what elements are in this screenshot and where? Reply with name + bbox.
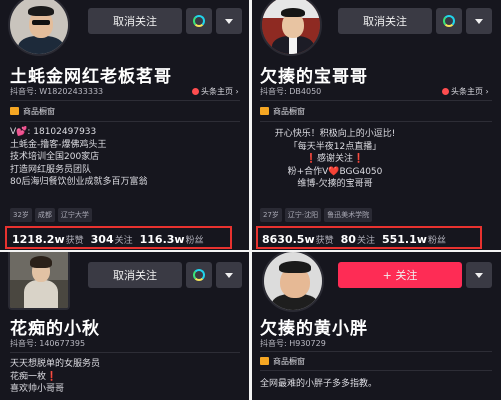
product-window-link[interactable]: 商品橱窗: [10, 106, 55, 117]
more-button[interactable]: [216, 8, 242, 34]
shopping-bag-icon: [260, 357, 269, 365]
toutiao-icon: [442, 88, 449, 95]
headline-link[interactable]: 头条主页 ›: [192, 86, 239, 97]
profile-card-4: + 关注 欠揍的黄小胖 抖音号: H930729 商品橱窗 全网最难的小胖子多多…: [252, 252, 501, 400]
shopping-bag-icon: [260, 107, 269, 115]
message-icon: [193, 15, 205, 27]
more-button[interactable]: [216, 262, 242, 288]
divider: [260, 351, 492, 352]
divider: [10, 100, 240, 101]
toutiao-icon: [192, 88, 199, 95]
collage-divider-vertical: [249, 0, 252, 400]
avatar[interactable]: [8, 252, 70, 310]
divider: [10, 352, 240, 353]
profile-name: 欠揍的宝哥哥: [260, 67, 368, 87]
product-window-link[interactable]: 商品橱窗: [260, 356, 305, 367]
tag-list: 27岁 辽宁·沈阳 鲁迅美术学院: [260, 208, 373, 222]
message-button[interactable]: [436, 8, 462, 34]
shopping-bag-icon: [10, 107, 19, 115]
profile-card-2: 取消关注 欠揍的宝哥哥 抖音号: DB4050 头条主页 › 商品橱窗 开心快乐…: [252, 0, 501, 251]
chevron-down-icon: [225, 18, 233, 24]
douyin-id: 抖音号: W18202433333: [10, 87, 104, 96]
divider: [260, 100, 492, 101]
message-button[interactable]: [186, 262, 212, 288]
tag-location: 辽宁·沈阳: [284, 208, 322, 222]
message-icon: [443, 15, 455, 27]
tag-age: 32岁: [10, 208, 32, 222]
avatar[interactable]: [260, 0, 322, 56]
collage-divider-horizontal: [0, 250, 501, 252]
divider: [10, 121, 240, 122]
chevron-down-icon: [225, 272, 233, 278]
tag-list: 32岁 成都 辽宁大学: [10, 208, 92, 222]
tag-school: 辽宁大学: [57, 208, 92, 222]
unfollow-button[interactable]: 取消关注: [88, 8, 182, 34]
unfollow-button[interactable]: 取消关注: [338, 8, 432, 34]
more-button[interactable]: [466, 8, 492, 34]
profile-card-1: 取消关注 土蚝金网红老板茗哥 抖音号: W18202433333 头条主页 › …: [0, 0, 249, 251]
profile-name: 欠揍的黄小胖: [260, 319, 368, 339]
tag-age: 27岁: [260, 208, 282, 222]
divider: [260, 370, 492, 371]
more-button[interactable]: [466, 262, 492, 288]
message-button[interactable]: [186, 8, 212, 34]
profile-bio: 开心快乐！积极向上的小逗比! 「每天半夜12点直播」 ❗感谢关注❗ 粉+合作V❤…: [274, 129, 396, 189]
unfollow-button[interactable]: 取消关注: [88, 262, 182, 288]
message-icon: [193, 269, 205, 281]
douyin-id: 抖音号: H930729: [260, 339, 326, 348]
stats-highlight-box: [5, 226, 232, 249]
profile-name: 土蚝金网红老板茗哥: [10, 67, 172, 87]
headline-link[interactable]: 头条主页 ›: [442, 86, 489, 97]
douyin-id: 抖音号: DB4050: [260, 87, 322, 96]
profile-bio: 天天想脱单的女服务员 花痴一枚❗ 喜欢帅小哥哥: [10, 359, 101, 394]
profile-name: 花痴的小秋: [10, 319, 100, 339]
divider: [260, 121, 492, 122]
profile-bio: 全网最难的小胖子多多指教。: [260, 379, 378, 389]
profile-card-3: 取消关注 花痴的小秋 抖音号: 140677395 天天想脱单的女服务员 花痴一…: [0, 252, 249, 400]
avatar[interactable]: [8, 0, 70, 56]
chevron-down-icon: [475, 18, 483, 24]
profile-bio: V💕: 18102497933 土蚝金-撸客-爆佛鸡头王 技术培训全国200家店…: [10, 127, 148, 187]
avatar[interactable]: [262, 252, 324, 312]
stats-highlight-box: [256, 226, 482, 249]
tag-school: 鲁迅美术学院: [324, 208, 373, 222]
screenshot-collage: 取消关注 土蚝金网红老板茗哥 抖音号: W18202433333 头条主页 › …: [0, 0, 501, 400]
douyin-id: 抖音号: 140677395: [10, 339, 86, 348]
follow-button[interactable]: + 关注: [338, 262, 462, 288]
tag-location: 成都: [34, 208, 55, 222]
product-window-link[interactable]: 商品橱窗: [260, 106, 305, 117]
chevron-down-icon: [475, 272, 483, 278]
